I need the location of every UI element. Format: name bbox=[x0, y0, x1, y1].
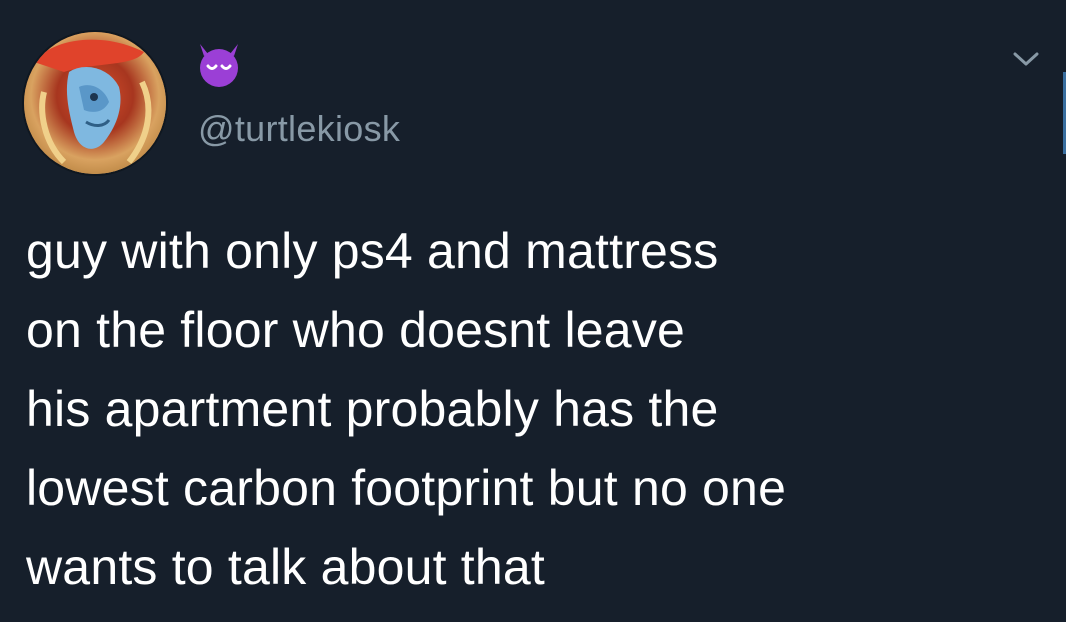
chevron-down-icon[interactable] bbox=[1012, 50, 1040, 68]
avatar-image bbox=[24, 32, 166, 174]
username-handle[interactable]: @turtlekiosk bbox=[198, 108, 400, 150]
smiling-imp-icon bbox=[200, 44, 238, 87]
tweet-text: guy with only ps4 and mattress on the fl… bbox=[26, 223, 787, 595]
avatar[interactable] bbox=[24, 32, 166, 174]
tweet-card: @turtlekiosk guy with only ps4 and mattr… bbox=[0, 0, 1066, 622]
